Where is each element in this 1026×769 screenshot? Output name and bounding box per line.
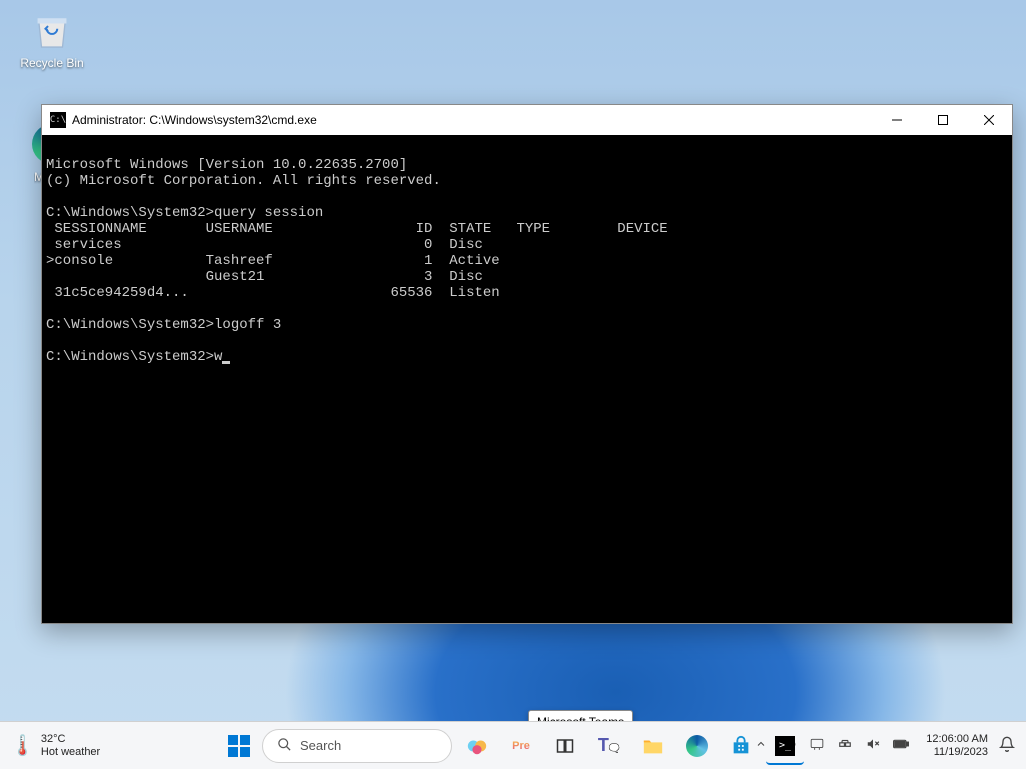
cmd-icon: >_ — [775, 736, 795, 756]
tray-battery-icon[interactable] — [892, 738, 910, 753]
recycle-bin-icon — [28, 6, 76, 54]
terminal-line: Guest21 3 Disc — [46, 269, 483, 285]
taskbar-icon-copilot[interactable] — [458, 727, 496, 765]
minimize-button[interactable] — [874, 105, 920, 135]
terminal-line: Microsoft Windows [Version 10.0.22635.27… — [46, 157, 407, 173]
weather-temp: 32°C — [41, 733, 100, 746]
cmd-window[interactable]: C:\ Administrator: C:\Windows\system32\c… — [41, 104, 1013, 624]
app-icon: Pre — [512, 740, 530, 752]
windows-logo-icon — [228, 735, 250, 757]
terminal-line — [46, 189, 54, 205]
edge-icon — [686, 735, 708, 757]
tray-volume-icon[interactable] — [864, 737, 882, 754]
taskbar-icon-explorer[interactable] — [634, 727, 672, 765]
store-icon — [730, 735, 752, 757]
close-button[interactable] — [966, 105, 1012, 135]
terminal-line: SESSIONNAME USERNAME ID STATE TYPE DEVIC… — [46, 221, 668, 237]
taskbar-search[interactable]: Search — [262, 729, 452, 763]
taskbar: 🌡️ 32°C Hot weather Search Pre T🗨️ — [0, 721, 1026, 769]
terminal-cursor — [222, 361, 230, 364]
terminal-line: 31c5ce94259d4... 65536 Listen — [46, 285, 500, 301]
desktop-icon-recycle-bin[interactable]: Recycle Bin — [14, 6, 90, 70]
clock-date: 11/19/2023 — [926, 746, 988, 759]
desktop-icon-label: Recycle Bin — [14, 56, 90, 70]
taskbar-icon-teams[interactable]: T🗨️ — [590, 727, 628, 765]
taskbar-icon-app[interactable]: Pre — [502, 727, 540, 765]
taskbar-icon-edge[interactable] — [678, 727, 716, 765]
window-titlebar[interactable]: C:\ Administrator: C:\Windows\system32\c… — [42, 105, 1012, 135]
taskbar-icon-taskview[interactable] — [546, 727, 584, 765]
thermometer-icon: 🌡️ — [10, 733, 35, 758]
tray-notifications-icon[interactable] — [998, 736, 1016, 755]
taskbar-icon-store[interactable] — [722, 727, 760, 765]
terminal-line: >console Tashreef 1 Active — [46, 253, 500, 269]
search-icon — [277, 737, 292, 755]
search-placeholder: Search — [300, 738, 341, 753]
terminal-line — [46, 301, 54, 317]
tray-language-icon[interactable] — [808, 737, 826, 754]
cmd-app-icon: C:\ — [50, 112, 66, 128]
window-title: Administrator: C:\Windows\system32\cmd.e… — [72, 113, 874, 127]
terminal-line: C:\Windows\System32>logoff 3 — [46, 317, 281, 333]
terminal-line: C:\Windows\System32>query session — [46, 205, 323, 221]
folder-icon — [642, 735, 664, 757]
terminal-line — [46, 333, 54, 349]
maximize-button[interactable] — [920, 105, 966, 135]
taskview-icon — [556, 737, 574, 755]
taskbar-clock[interactable]: 12:06:00 AM 11/19/2023 — [926, 733, 988, 759]
weather-widget[interactable]: 🌡️ 32°C Hot weather — [0, 722, 110, 769]
weather-desc: Hot weather — [41, 746, 100, 759]
terminal-line: services 0 Disc — [46, 237, 483, 253]
terminal-line: (c) Microsoft Corporation. All rights re… — [46, 173, 441, 189]
teams-icon: T🗨️ — [598, 735, 620, 756]
terminal-line-current: C:\Windows\System32>w — [46, 349, 230, 365]
terminal-output[interactable]: Microsoft Windows [Version 10.0.22635.27… — [42, 135, 1012, 623]
start-button[interactable] — [222, 729, 256, 763]
clock-time: 12:06:00 AM — [926, 733, 988, 746]
tray-network-icon[interactable] — [836, 737, 854, 754]
taskbar-icon-cmd[interactable]: >_ — [766, 727, 804, 765]
